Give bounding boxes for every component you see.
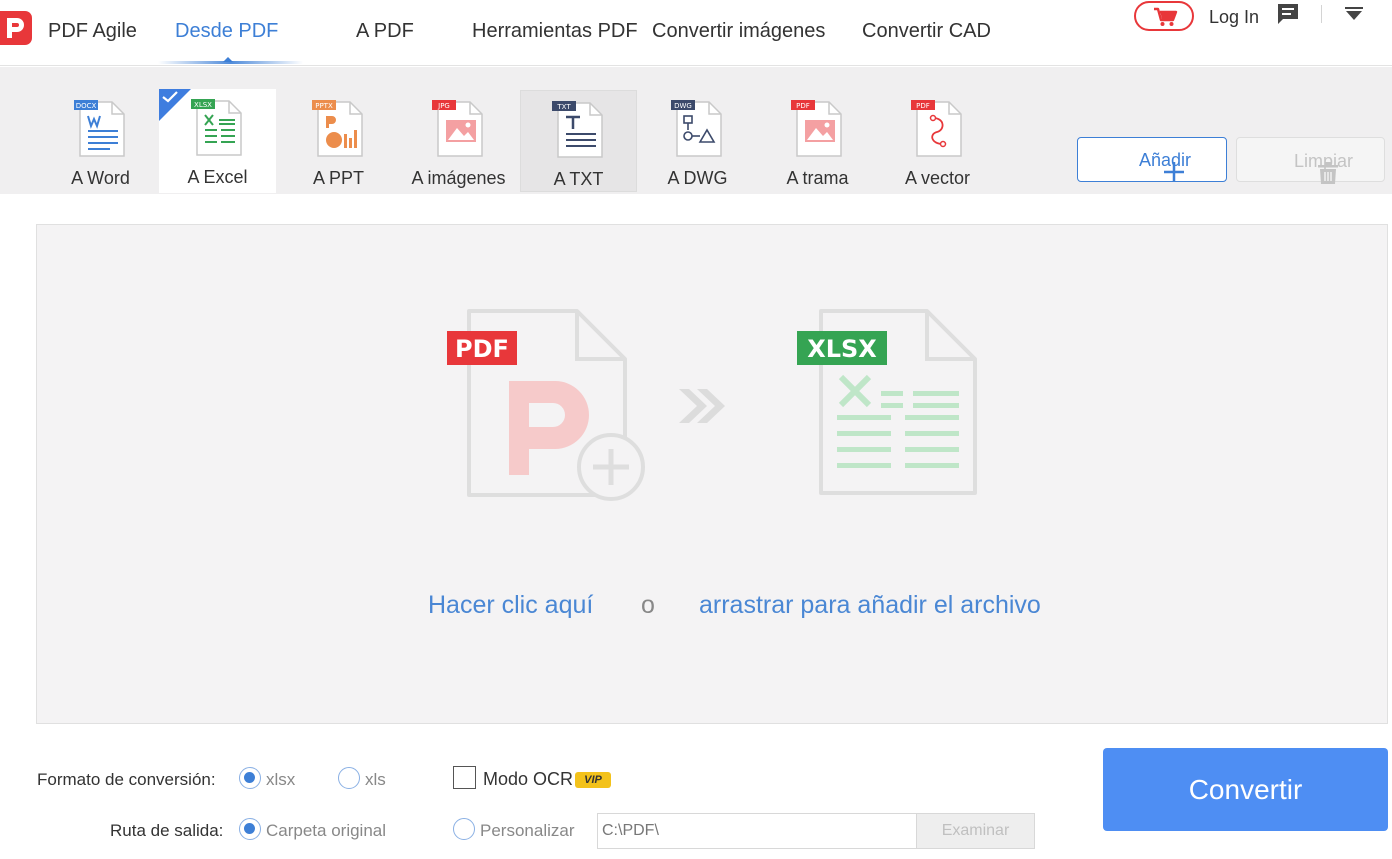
txt-doc-icon: TXT [550, 97, 608, 164]
ocr-checkbox[interactable] [453, 766, 476, 789]
menu-a-pdf[interactable]: A PDF [356, 20, 414, 43]
ppt-doc-icon: PPTX [310, 96, 368, 163]
custom-folder-label[interactable]: Personalizar [480, 821, 575, 841]
custom-folder-radio[interactable] [453, 818, 475, 840]
clear-button[interactable]: Limpiar [1236, 137, 1385, 184]
menu-convertir-cad[interactable]: Convertir CAD [862, 20, 991, 43]
original-folder-label[interactable]: Carpeta original [266, 821, 386, 841]
output-path-field[interactable]: C:\PDF\ [597, 813, 917, 849]
svg-text:XLSX: XLSX [194, 101, 212, 109]
drag-to-add-text: arrastrar para añadir el archivo [699, 591, 1041, 619]
app-name: PDF Agile [48, 20, 137, 42]
pdf-to-xlsx-illustration: PDF XLSX [445, 307, 985, 512]
tool-a-imagenes[interactable]: JPG A imágenes [400, 90, 517, 194]
tool-label: A TXT [553, 169, 604, 189]
svg-text:JPG: JPG [437, 102, 450, 110]
menu-divider [1321, 5, 1322, 23]
format-label: Formato de conversión: [37, 770, 216, 789]
tool-a-trama[interactable]: PDF A trama [759, 90, 876, 194]
file-drop-zone[interactable]: PDF XLSX Hacer clic aquí o arrastrar par… [36, 224, 1388, 724]
app-logo-icon [0, 11, 32, 45]
tool-label: A imágenes [411, 168, 506, 188]
tool-a-dwg[interactable]: DWG A DWG [639, 90, 756, 194]
login-link[interactable]: Log In [1209, 7, 1259, 28]
tool-label: A PPT [312, 168, 365, 188]
tool-a-word[interactable]: DOCX A Word [42, 90, 159, 194]
browse-button[interactable]: Examinar [916, 813, 1035, 849]
raster-doc-icon: PDF [789, 96, 847, 163]
convert-button[interactable]: Convertir [1103, 748, 1388, 831]
cart-button[interactable] [1134, 1, 1194, 31]
svg-text:PPTX: PPTX [315, 102, 333, 110]
format-xlsx-radio[interactable] [239, 767, 261, 789]
add-file-button[interactable]: Añadir [1077, 137, 1227, 182]
click-here-link[interactable]: Hacer clic aquí [428, 591, 593, 620]
svg-text:PDF: PDF [455, 335, 509, 363]
tool-label: A vector [904, 168, 971, 188]
svg-text:TXT: TXT [556, 103, 571, 111]
svg-text:DOCX: DOCX [75, 102, 96, 110]
svg-text:PDF: PDF [796, 102, 810, 110]
top-menu-bar: PDF Agile Desde PDF A PDF Herramientas P… [0, 0, 1392, 66]
menu-herramientas-pdf[interactable]: Herramientas PDF [472, 20, 638, 43]
dropdown-menu-icon[interactable] [1345, 7, 1363, 26]
tool-a-ppt[interactable]: PPTX A PPT [280, 90, 397, 194]
check-icon [162, 90, 178, 108]
svg-text:PDF: PDF [916, 102, 930, 110]
format-xls-label[interactable]: xls [365, 770, 386, 790]
image-doc-icon: JPG [430, 96, 488, 163]
output-path-label: Ruta de salida: [110, 821, 224, 840]
tool-label: A DWG [667, 168, 728, 188]
vip-badge: VIP [575, 772, 611, 788]
menu-desde-pdf[interactable]: Desde PDF [175, 20, 278, 43]
excel-doc-icon: XLSX [189, 95, 247, 162]
format-xls-radio[interactable] [338, 767, 360, 789]
menu-convertir-imagenes[interactable]: Convertir imágenes [652, 20, 825, 43]
tool-a-vector[interactable]: PDF A vector [879, 90, 996, 194]
add-button-label: Añadir [1139, 150, 1192, 170]
svg-text:DWG: DWG [674, 102, 692, 110]
word-doc-icon: DOCX [72, 96, 130, 163]
tool-label: A Word [71, 168, 130, 188]
message-icon[interactable] [1277, 3, 1299, 30]
tool-a-txt[interactable]: TXT A TXT [520, 90, 637, 192]
clear-button-label: Limpiar [1294, 151, 1354, 171]
tool-label: A trama [786, 168, 849, 188]
or-text: o [641, 591, 655, 619]
svg-text:XLSX: XLSX [807, 335, 877, 363]
dwg-doc-icon: DWG [669, 96, 727, 163]
ocr-label[interactable]: Modo OCR [483, 769, 573, 790]
tool-a-excel[interactable]: XLSX A Excel [159, 89, 276, 193]
original-folder-radio[interactable] [239, 818, 261, 840]
vector-doc-icon: PDF [909, 96, 967, 163]
format-xlsx-label[interactable]: xlsx [266, 770, 295, 790]
active-menu-caret [223, 57, 233, 62]
tool-label: A Excel [187, 167, 248, 187]
